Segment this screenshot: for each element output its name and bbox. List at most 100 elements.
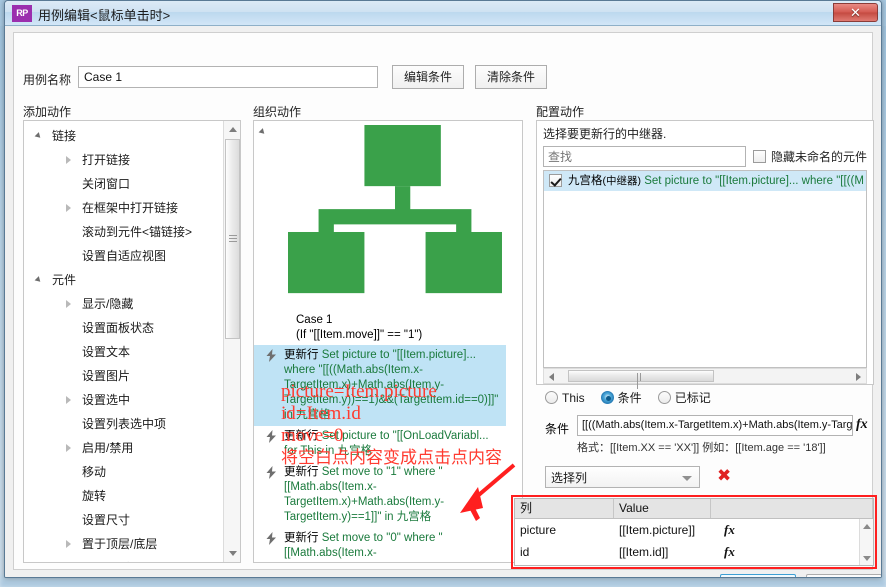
collapse-arrow-icon[interactable] <box>66 540 71 548</box>
value-table-scrollbar[interactable] <box>859 519 873 565</box>
add-action-tree-item[interactable]: 启用/禁用 <box>24 436 224 460</box>
add-action-tree-item[interactable]: 打开链接 <box>24 148 224 172</box>
clear-condition-button[interactable]: 清除条件 <box>475 65 547 89</box>
cell-column[interactable]: picture <box>515 523 614 537</box>
repeater-name: 九宫格 <box>568 175 603 187</box>
add-action-tree-item[interactable]: 关闭窗口 <box>24 172 224 196</box>
close-icon[interactable]: ✕ <box>833 3 878 22</box>
fx-button[interactable]: fx <box>856 417 868 433</box>
select-column-dropdown[interactable]: 选择列 <box>545 466 700 488</box>
organize-action-row[interactable]: 更新行 Set move to "0" where "[[Math.abs(It… <box>254 528 506 562</box>
cell-column[interactable]: id <box>515 545 614 559</box>
add-action-tree-item[interactable]: 设置尺寸 <box>24 508 224 532</box>
organize-action-row[interactable]: 更新行 Set picture to "[[Item.picture]... w… <box>254 345 506 427</box>
add-action-tree-item[interactable]: 链接 <box>24 124 224 148</box>
expand-arrow-icon[interactable] <box>34 132 43 140</box>
table-row[interactable]: picture [[Item.picture]] fx <box>515 519 873 541</box>
repeater-horizontal-scrollbar[interactable] <box>543 368 867 389</box>
add-action-tree-item[interactable]: 滚动到元件<锚链接> <box>24 220 224 244</box>
title-bar[interactable]: RP 用例编辑<鼠标单击时> ✕ <box>5 1 881 26</box>
table-row[interactable]: id [[Item.id]] fx <box>515 541 873 563</box>
hide-unnamed-checkbox[interactable]: 隐藏未命名的元件 <box>753 148 867 165</box>
add-action-tree-item[interactable]: 旋转 <box>24 484 224 508</box>
repeater-list[interactable]: 九宫格(中继器) Set picture to "[[Item.picture]… <box>543 170 867 368</box>
expand-arrow-icon[interactable] <box>258 128 267 136</box>
add-action-tree-item[interactable]: 设置自适应视图 <box>24 244 224 268</box>
repeater-type: (中继器) <box>602 175 642 187</box>
app-logo-icon: RP <box>12 5 32 22</box>
add-action-tree-item-label: 置于顶层/底层 <box>82 537 158 551</box>
collapse-arrow-icon[interactable] <box>66 300 71 308</box>
scroll-thumb[interactable] <box>568 370 714 389</box>
add-action-tree-item[interactable]: 设置选中 <box>24 388 224 412</box>
expand-arrow-icon[interactable] <box>34 276 43 284</box>
case-node-icon <box>288 125 502 294</box>
chevron-down-icon[interactable] <box>682 476 692 481</box>
radio-label: 已标记 <box>674 391 711 405</box>
add-action-tree-item-label: 滚动到元件<锚链接> <box>82 225 193 239</box>
add-action-tree-item[interactable]: 元件 <box>24 268 224 292</box>
case-label: Case 1 <box>296 314 333 327</box>
collapse-arrow-icon[interactable] <box>66 204 71 212</box>
scroll-right-icon[interactable] <box>850 369 866 383</box>
checkbox-icon[interactable] <box>549 174 562 187</box>
collapse-arrow-icon[interactable] <box>66 444 71 452</box>
fx-button[interactable]: fx <box>724 522 735 538</box>
scroll-thumb[interactable] <box>225 139 240 339</box>
scroll-down-icon[interactable] <box>863 556 871 561</box>
cell-value[interactable]: [[Item.id]] <box>614 545 724 559</box>
add-action-tree-item[interactable]: 设置图片 <box>24 364 224 388</box>
add-action-tree-item[interactable]: 设置列表选中项 <box>24 412 224 436</box>
scroll-down-icon[interactable] <box>224 545 240 562</box>
repeater-list-item[interactable]: 九宫格(中继器) Set picture to "[[Item.picture]… <box>544 171 866 191</box>
add-action-tree-item-label: 设置列表选中项 <box>82 417 167 431</box>
fx-button[interactable]: fx <box>724 544 735 560</box>
radio-label: This <box>562 391 585 405</box>
condition-label: 条件 <box>545 422 570 436</box>
delete-icon[interactable]: ✖ <box>717 466 731 486</box>
add-action-tree-item-label: 旋转 <box>82 489 107 503</box>
radio-icon[interactable] <box>657 391 671 404</box>
radio-已标记[interactable]: 已标记 <box>657 391 711 405</box>
collapse-arrow-icon[interactable] <box>66 396 71 404</box>
target-mode-radio-group[interactable]: This 条件 已标记 <box>545 389 727 406</box>
checkbox-icon[interactable] <box>753 150 766 163</box>
scroll-up-icon[interactable] <box>224 121 240 138</box>
cancel-button[interactable]: 取消 <box>806 574 881 577</box>
collapse-arrow-icon[interactable] <box>66 156 71 164</box>
case-tree-node[interactable]: Case 1 (If "[[Item.move]]" == "1") <box>254 121 506 345</box>
add-action-scrollbar[interactable] <box>223 121 240 562</box>
cell-value[interactable]: [[Item.picture]] <box>614 523 724 537</box>
scroll-left-icon[interactable] <box>544 369 560 383</box>
radio-This[interactable]: This <box>545 391 585 405</box>
add-action-tree[interactable]: 链接 打开链接 关闭窗口 在框架中打开链接滚动到元件<锚链接> 设置自适应视图元件 显示/… <box>24 124 224 562</box>
radio-条件[interactable]: 条件 <box>600 391 642 405</box>
annotation-arrow-icon <box>460 463 516 521</box>
scroll-up-icon[interactable] <box>863 524 871 529</box>
add-action-tree-item[interactable]: 移动 <box>24 460 224 484</box>
add-action-tree-item[interactable]: 在框架中打开链接 <box>24 196 224 220</box>
add-action-tree-item[interactable]: 显示/隐藏 <box>24 292 224 316</box>
add-action-tree-item-label: 元件 <box>52 273 77 287</box>
radio-icon[interactable] <box>600 391 614 404</box>
radio-icon[interactable] <box>545 391 558 404</box>
ok-button[interactable]: 确定 <box>720 574 796 577</box>
section-title-organize-action: 组织动作 <box>253 105 302 119</box>
row-prefix: 更新行 <box>284 532 322 545</box>
search-input[interactable] <box>543 146 746 167</box>
lightning-icon <box>266 430 276 444</box>
add-action-tree-item[interactable]: 设置面板状态 <box>24 316 224 340</box>
configure-hint-label: 选择要更新行的中继器. <box>543 127 667 141</box>
case-name-input[interactable] <box>78 66 378 88</box>
add-action-tree-item-label: 显示/隐藏 <box>82 297 134 311</box>
add-action-tree-item[interactable]: 设置文本 <box>24 340 224 364</box>
organize-action-row[interactable]: 更新行 Set picture to "[[OnLoadVariabl... f… <box>254 426 506 462</box>
edit-condition-button[interactable]: 编辑条件 <box>392 65 464 89</box>
condition-input[interactable]: [[((Math.abs(Item.x-TargetItem.x)+Math.a… <box>577 415 853 436</box>
add-action-tree-item[interactable]: 设置不透明 <box>24 556 224 562</box>
add-action-tree-item-label: 启用/禁用 <box>82 441 134 455</box>
add-action-tree-item[interactable]: 置于顶层/底层 <box>24 532 224 556</box>
value-table[interactable]: 列 Value picture [[Item.picture]] fx id [[Ite… <box>514 498 874 566</box>
add-action-tree-item-label: 设置面板状态 <box>82 321 155 335</box>
hide-unnamed-label: 隐藏未命名的元件 <box>771 150 868 164</box>
